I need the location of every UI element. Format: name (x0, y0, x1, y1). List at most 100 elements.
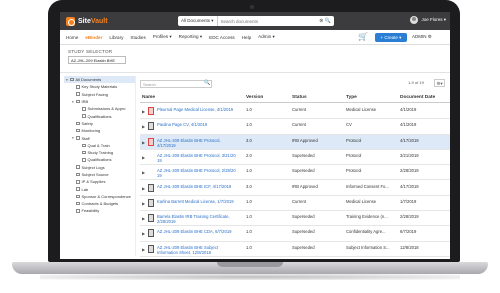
folder-checkbox[interactable] (82, 158, 86, 162)
folder-checkbox[interactable] (76, 209, 80, 213)
nav-item-reporting[interactable]: Reporting ▾ (179, 34, 203, 40)
tree-item[interactable]: Subject Source (64, 171, 135, 178)
tree-item-label: Submissions & Appro (87, 106, 126, 112)
table-row[interactable]: ▶ Paulina Page CV, 4/1/2019 1.0 Current CV 4/… (140, 119, 450, 135)
cell-name[interactable]: AZ JHL-209 Elastin BHE Protocol, 2/28/20… (157, 168, 237, 178)
tree-item[interactable]: ▾ Staff (64, 134, 135, 141)
cell-name[interactable]: AZ JHL-209 Elastin BHE CDA, 6/7/2019 (157, 229, 237, 234)
admin-link[interactable]: ADMIN ⚙ (412, 34, 432, 40)
cell-name[interactable]: AZ JHL-209 Elastin BHE Protocol, 4/17/20… (157, 138, 237, 148)
folder-checkbox[interactable] (82, 114, 86, 118)
nav-item-help[interactable]: Help (242, 35, 251, 40)
tree-item[interactable]: Feasibility (64, 207, 135, 214)
folder-checkbox[interactable] (76, 92, 80, 96)
user-menu[interactable]: Joe Flores ▾ (410, 16, 446, 24)
expand-arrow-icon[interactable]: ▶ (142, 155, 145, 160)
tree-item[interactable]: Sponsor & Correspondence (64, 193, 135, 200)
table-row[interactable]: ▶ AZ JHL-209 Elastin BHE Protocol, 2/28/2… (140, 165, 450, 181)
nav-item-ebinder[interactable]: eBinder (85, 35, 102, 40)
tree-item[interactable]: Key Study Materials (64, 83, 135, 90)
study-selector-dropdown[interactable]: AZ-JHL-209 Elastin BHE (68, 56, 126, 64)
tree-item[interactable]: Study Training (64, 149, 135, 156)
expand-arrow-icon[interactable]: ▶ (142, 201, 145, 206)
expand-arrow-icon[interactable]: ▶ (142, 247, 145, 252)
list-search-input[interactable]: Search (140, 80, 212, 88)
tree-item[interactable]: Subject Logs (64, 164, 135, 171)
tree-item[interactable]: Qualifications (64, 156, 135, 163)
table-row[interactable]: ▶ AZ JHL-209 Elastin BHE Subject Informat… (140, 242, 450, 257)
expand-arrow-icon[interactable]: ▶ (142, 140, 145, 145)
tree-item[interactable]: ▾ IRB (64, 98, 135, 105)
folder-checkbox[interactable] (82, 143, 86, 148)
cell-version: 1.0 (246, 229, 252, 235)
table-row[interactable]: ▶ Barrela Elastin IRB Training Certificat… (140, 211, 450, 227)
folder-checkbox[interactable] (82, 107, 86, 111)
cell-name[interactable]: Barrela Elastin IRB Training Certificate… (157, 214, 237, 224)
table-row[interactable]: ▶ Pleurnal Page Medical License, 4/1/2019… (140, 104, 450, 120)
table-row[interactable]: ▶ AZ JHL-209 Elastin BHE Protocol, 4/17/2… (140, 134, 450, 150)
tree-item[interactable]: Qualifications (64, 112, 135, 119)
nav-item-admin[interactable]: Admin ▾ (258, 34, 275, 40)
table-row[interactable]: ▶ Karlina Barrett Medical License, 1/7/20… (140, 196, 450, 212)
nav-item-home[interactable]: Home (66, 35, 78, 40)
folder-checkbox[interactable] (76, 172, 80, 177)
list-settings-button[interactable]: ⚙▾ (434, 79, 445, 87)
folder-checkbox[interactable] (82, 150, 86, 155)
cell-status: Superseded (292, 244, 315, 250)
column-header[interactable]: Version (246, 95, 263, 100)
nav-item-studies[interactable]: Studies (130, 35, 145, 40)
tree-item[interactable]: Qual & Train (64, 142, 135, 149)
tree-item[interactable]: Subject Facing (64, 91, 135, 98)
search-icon[interactable]: 🔍 (204, 80, 210, 86)
expand-arrow-icon[interactable]: ▶ (142, 231, 145, 236)
cell-name[interactable]: AZ JHL-209 Elastin BHE Protocol, 3/21/20… (157, 153, 237, 163)
column-header[interactable]: Type (346, 95, 357, 100)
cell-name[interactable]: AZ JHL-209 Elastin BHE Subject Informati… (157, 245, 237, 255)
app-logo[interactable]: SiteVault (66, 16, 108, 26)
expand-arrow-icon[interactable]: ▶ (142, 124, 145, 129)
tree-item[interactable]: Contracts & Budgets (64, 200, 135, 207)
folder-checkbox[interactable] (76, 201, 80, 206)
nav-item-profiles[interactable]: Profiles ▾ (153, 34, 172, 40)
folder-checkbox[interactable] (76, 136, 80, 140)
column-header[interactable]: Document Date (400, 95, 435, 100)
table-row[interactable]: ▶ AZ JHL-209 Elastin BHE ICF, 4/17/2019 3.… (140, 181, 450, 196)
column-header[interactable]: Status (292, 95, 307, 100)
expand-arrow-icon[interactable]: ▶ (142, 216, 145, 221)
column-header[interactable]: Name (142, 95, 155, 100)
folder-checkbox[interactable] (76, 187, 80, 191)
tree-item[interactable]: Submissions & Appro (64, 105, 135, 112)
table-row[interactable]: ▶ AZ JHL-209 Elastin BHE Protocol, 3/21/2… (140, 150, 450, 166)
cell-name[interactable]: Karlina Barrett Medical License, 1/7/201… (157, 199, 237, 204)
folder-checkbox[interactable] (76, 194, 80, 199)
folder-checkbox[interactable] (76, 85, 80, 89)
expand-arrow-icon[interactable]: ▶ (142, 109, 145, 114)
tree-item[interactable]: Monitoring (64, 127, 135, 134)
tree-item[interactable]: Safety (64, 120, 135, 127)
tree-item[interactable]: IP & Supplies (64, 178, 135, 185)
folder-checkbox[interactable] (76, 99, 80, 104)
create-button[interactable]: + Create ▾ (375, 33, 407, 42)
search-input[interactable] (217, 16, 318, 26)
cell-date: 3/21/2019 (400, 152, 419, 158)
app-screen: SiteVault All Documents ▾ ⊗ 🔍 Joe Flores… (60, 12, 450, 259)
nav-item-edc-access[interactable]: EDC Access (209, 35, 235, 40)
table-row[interactable]: ▶ AZ JHL-209 Elastin BHE CDA, 6/7/2019 1.0… (140, 226, 450, 242)
cell-name[interactable]: AZ JHL-209 Elastin BHE ICF, 4/17/2019 (157, 184, 237, 189)
search-icon[interactable]: ⊗ 🔍 (319, 18, 334, 24)
cart-icon[interactable]: 🛒 (358, 32, 368, 41)
cell-name[interactable]: Paulina Page CV, 4/1/2019 (157, 122, 237, 127)
folder-checkbox[interactable] (70, 77, 74, 82)
expand-arrow-icon[interactable]: ▶ (142, 186, 145, 191)
tree-item[interactable]: ▾ All Documents (64, 76, 135, 84)
nav-item-library[interactable]: Library (109, 35, 123, 40)
expand-arrow-icon[interactable]: ▶ (142, 170, 145, 175)
cell-type: CV (346, 122, 352, 128)
folder-checkbox[interactable] (76, 180, 80, 184)
tree-item[interactable]: Lab (64, 185, 135, 192)
folder-checkbox[interactable] (76, 128, 80, 133)
search-scope-dropdown[interactable]: All Documents ▾ (178, 16, 218, 26)
folder-checkbox[interactable] (76, 165, 80, 169)
folder-checkbox[interactable] (76, 121, 80, 126)
cell-name[interactable]: Pleurnal Page Medical License, 4/1/2019 (157, 107, 237, 112)
